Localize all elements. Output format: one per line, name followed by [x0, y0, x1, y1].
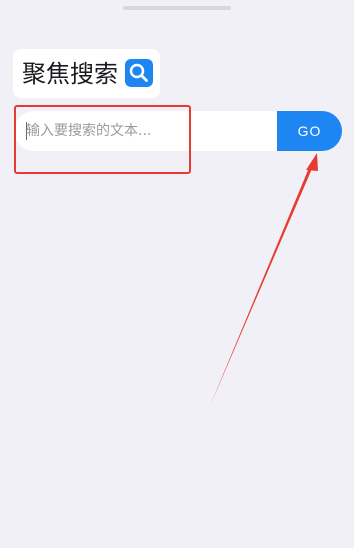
text-cursor — [26, 122, 27, 140]
annotation-arrow-head — [306, 153, 318, 171]
search-bar: GO — [14, 111, 342, 151]
title-card: 聚焦搜索 — [13, 49, 160, 98]
drag-handle[interactable] — [123, 6, 231, 10]
page-title: 聚焦搜索 — [22, 60, 118, 88]
search-icon — [125, 59, 153, 87]
annotation-arrow-shaft — [210, 163, 314, 406]
search-input[interactable] — [14, 111, 277, 151]
go-button[interactable]: GO — [277, 111, 342, 151]
